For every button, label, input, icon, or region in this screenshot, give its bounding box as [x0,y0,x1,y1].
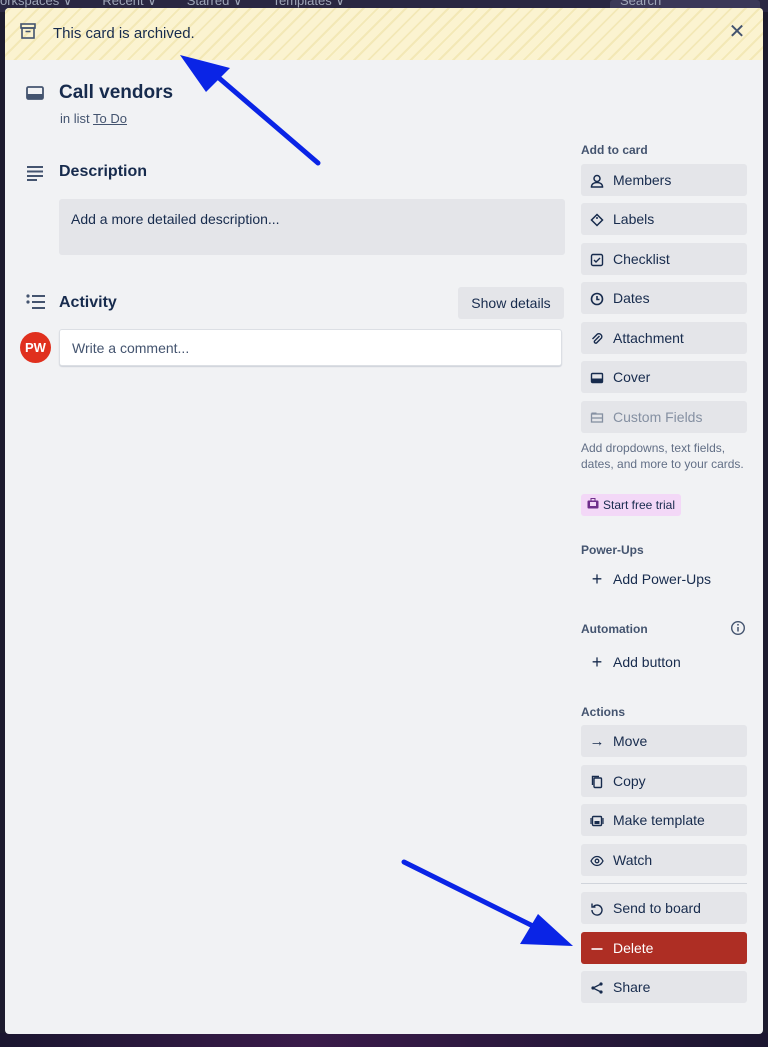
custom-fields-note: Add dropdowns, text fields, dates, and m… [581,441,744,471]
show-details-button[interactable]: Show details [458,287,564,319]
attachment-label: Attachment [613,330,684,346]
powerups-label: Power-Ups [581,543,644,557]
checklist-label: Checklist [613,251,670,267]
actions-label: Actions [581,705,626,719]
dates-label: Dates [613,290,650,306]
send-to-board-button[interactable]: Send to board [581,892,747,924]
copy-icon [581,773,613,789]
labels-label: Labels [613,211,655,227]
add-automation-button[interactable]: + Add button [581,646,747,678]
send-to-board-label: Send to board [613,900,701,916]
tag-icon [581,211,613,227]
card-icon [25,84,45,102]
cover-label: Cover [613,369,651,385]
share-icon [581,979,613,995]
plus-icon: + [591,651,603,672]
add-powerups-label: Add Power-Ups [613,571,712,587]
arrow-right-icon: → [589,732,605,750]
archive-icon [19,22,37,40]
plus-icon: + [591,568,603,589]
clock-icon [581,290,613,306]
copy-label: Copy [613,773,646,789]
checklist-icon [581,251,613,267]
share-label: Share [613,979,651,995]
make-template-label: Make template [613,812,705,828]
labels-button[interactable]: Labels [581,203,747,235]
person-icon [581,172,613,188]
template-icon [581,812,613,828]
description-input[interactable]: Add a more detailed description... [59,199,565,255]
avatar[interactable]: PW [20,332,51,363]
start-free-trial-label: Start free trial [603,498,676,512]
archived-banner: This card is archived. ✕ [5,8,763,60]
watch-button[interactable]: Watch [581,844,747,876]
paperclip-icon [581,330,613,346]
card-title[interactable]: Call vendors [59,82,173,104]
move-label: Move [613,733,648,749]
move-button[interactable]: → Move [581,725,747,757]
list-link[interactable]: To Do [93,111,127,126]
checklist-button[interactable]: Checklist [581,243,747,275]
delete-button[interactable]: Delete [581,932,747,964]
watch-label: Watch [613,852,653,868]
add-button-label: Add button [613,654,681,670]
archived-banner-text: This card is archived. [53,25,195,42]
members-label: Members [613,172,672,188]
info-icon[interactable] [730,620,746,636]
make-template-button[interactable]: Make template [581,804,747,836]
minus-icon [581,940,613,956]
start-free-trial-button[interactable]: Start free trial [581,494,682,516]
board-background [0,1033,768,1047]
description-heading: Description [59,163,148,180]
copy-button[interactable]: Copy [581,765,747,797]
automation-label: Automation [581,622,648,636]
actions-divider [581,883,747,884]
members-button[interactable]: Members [581,164,747,196]
custom-fields-button[interactable]: Custom Fields [581,401,747,433]
card-detail-modal: This card is archived. ✕ Call vendors in… [5,8,763,1034]
description-icon [25,165,45,181]
cover-button[interactable]: Cover [581,361,747,393]
attachment-button[interactable]: Attachment [581,322,747,354]
custom-fields-icon [581,409,613,425]
undo-icon [581,900,613,916]
custom-fields-label: Custom Fields [613,409,703,425]
activity-heading: Activity [59,294,117,311]
share-button[interactable]: Share [581,971,747,1003]
dates-button[interactable]: Dates [581,282,747,314]
comment-input[interactable]: Write a comment... [59,329,562,366]
in-list-prefix: in list [60,111,90,126]
delete-label: Delete [613,940,654,956]
eye-icon [581,852,613,868]
activity-icon [25,294,47,310]
close-icon[interactable]: ✕ [727,22,747,42]
cover-icon [581,369,613,385]
add-to-card-label: Add to card [581,143,648,157]
briefcase-icon [587,498,599,512]
add-powerups-button[interactable]: + Add Power-Ups [581,563,747,595]
card-list-info: in list To Do [60,111,127,126]
